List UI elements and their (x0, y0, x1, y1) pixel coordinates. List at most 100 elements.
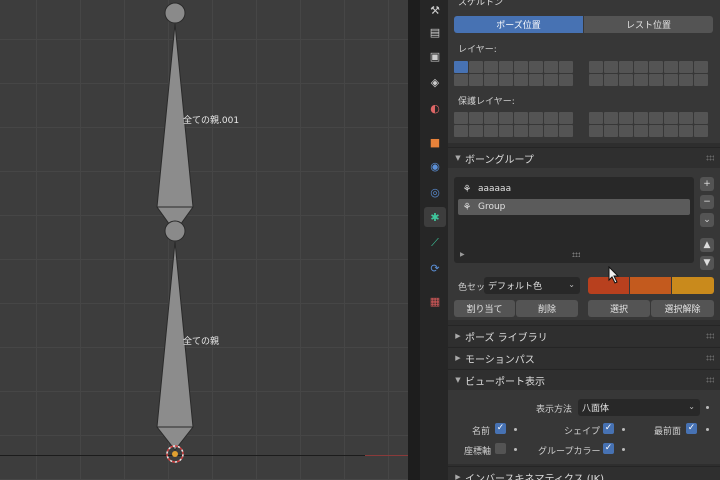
axes-checkbox[interactable] (495, 443, 506, 454)
layers-label: レイヤー: (458, 45, 497, 55)
mouse-cursor-icon (608, 266, 620, 284)
add-bone-group-button[interactable]: + (700, 177, 714, 191)
keyframe-dot-icon[interactable] (514, 428, 517, 431)
names-label: 名前 (472, 427, 491, 437)
group-colors-checkbox[interactable]: ✓ (603, 443, 614, 454)
names-checkbox[interactable]: ✓ (495, 423, 506, 434)
list-item[interactable]: ⚘ Group (458, 199, 690, 215)
viewport-display-title: ビューポート表示 (465, 376, 545, 388)
drag-grip-icon[interactable] (706, 155, 714, 161)
in-front-label: 最前面 (654, 427, 682, 437)
keyframe-dot-icon[interactable] (622, 448, 625, 451)
pose-library-title: ポーズ ライブラリ (465, 332, 548, 344)
shapes-label: シェイプ (564, 427, 601, 437)
viewport-display-panel: 表示方法 八面体 ⌄ 名前 ✓ シェイプ ✓ 最前面 ✓ 座標軸 グループカラー… (448, 390, 720, 464)
group-colors-label: グループカラー (538, 447, 601, 457)
drag-grip-icon[interactable] (706, 355, 714, 361)
color-set-dropdown[interactable]: デフォルト色 ⌄ (484, 277, 580, 294)
properties-tab-bar: ⚒ ▤ ▣ ◈ ◐ ■ ◉ ◎ ✱ ⟋ ⟳ ▦ (420, 0, 448, 480)
viewport-display-header[interactable]: ▼ ビューポート表示 (448, 369, 720, 390)
output-tab[interactable]: ▣ (424, 46, 446, 66)
select-button[interactable]: 選択 (588, 300, 650, 317)
drag-grip-icon[interactable] (706, 333, 714, 339)
bone-group-specials-menu[interactable]: ⌄ (700, 213, 714, 227)
pose-library-header[interactable]: ▶ ポーズ ライブラリ (448, 325, 720, 346)
bone-name-label: 全ての親.001 (183, 116, 240, 126)
texture-icon: ▦ (429, 294, 441, 308)
layers-grid-right[interactable] (589, 61, 708, 86)
remove-bone-group-button[interactable]: − (700, 195, 714, 209)
output-icon: ▣ (429, 49, 441, 63)
bone-groups-panel: ⚘ aaaaaa ⚘ Group ▶ + − ⌄ ▲ ▼ 色セット デフォルト色… (448, 168, 720, 320)
in-front-checkbox[interactable]: ✓ (686, 423, 697, 434)
bone-icon: ⟋ (431, 236, 439, 249)
drag-grip-icon[interactable] (706, 377, 714, 383)
chevron-down-icon: ⌄ (568, 280, 575, 289)
tool-tab[interactable]: ⚒ (424, 0, 446, 20)
modifier-icon: ◉ (430, 159, 440, 173)
move-down-button[interactable]: ▼ (700, 256, 714, 270)
display-as-value: 八面体 (582, 404, 610, 414)
bone-name-label: 全ての親 (183, 337, 220, 347)
physics-icon: ◎ (430, 185, 440, 199)
physics-tab[interactable]: ◎ (424, 182, 446, 202)
scene-icon: ◐ (430, 101, 440, 115)
render-icon: ▤ (429, 25, 441, 39)
bone-lower-head-joint (172, 451, 178, 457)
layers-grid-left[interactable] (454, 61, 573, 86)
render-tab[interactable]: ▤ (424, 22, 446, 42)
bone-group-name: aaaaaa (478, 184, 512, 194)
armature-bones (156, 2, 194, 463)
bone-groups-header[interactable]: ▼ ボーングループ (448, 147, 720, 168)
keyframe-dot-icon[interactable] (706, 406, 709, 409)
axes-label: 座標軸 (464, 447, 492, 457)
keyframe-dot-icon[interactable] (514, 448, 517, 451)
protected-layers-grid-left[interactable] (454, 112, 573, 137)
bone-constraint-tab[interactable]: ⟳ (424, 258, 446, 278)
expanded-arrow-icon: ▼ (455, 154, 461, 162)
bone-tab[interactable]: ⟋ (424, 233, 446, 253)
pose-position-button[interactable]: ポーズ位置 (454, 16, 583, 33)
inverse-kinematics-header[interactable]: ▶ インバースキネマティクス (IK) (448, 466, 720, 480)
texture-tab[interactable]: ▦ (424, 291, 446, 311)
assign-button[interactable]: 割り当て (454, 300, 515, 317)
armature-data-tab[interactable]: ✱ (424, 207, 446, 227)
bone-upper (156, 23, 194, 233)
shapes-checkbox[interactable]: ✓ (603, 423, 614, 434)
tool-icon: ⚒ (430, 3, 440, 17)
skeleton-panel: スケルトン ポーズ位置 レスト位置 レイヤー: 保護レイヤー: (448, 0, 720, 143)
object-tab[interactable]: ■ (424, 132, 446, 152)
bone-group-icon: ⚘ (462, 183, 472, 195)
3d-viewport[interactable]: 全ての親.001 全ての親 (0, 0, 408, 480)
bone-constraint-icon: ⟳ (430, 261, 440, 275)
motion-paths-header[interactable]: ▶ モーションパス (448, 347, 720, 368)
modifier-tab[interactable]: ◉ (424, 156, 446, 176)
scene-tab[interactable]: ◐ (424, 98, 446, 118)
bone-upper-tail-joint (164, 220, 186, 242)
armature-data-icon: ✱ (430, 210, 440, 224)
select-color-swatch[interactable] (630, 277, 671, 294)
list-item[interactable]: ⚘ aaaaaa (458, 181, 690, 197)
active-color-swatch[interactable] (672, 277, 714, 294)
motion-paths-title: モーションパス (465, 354, 535, 366)
rest-position-button[interactable]: レスト位置 (584, 16, 713, 33)
area-splitter[interactable] (408, 0, 420, 480)
move-up-button[interactable]: ▲ (700, 238, 714, 252)
view-layer-tab[interactable]: ◈ (424, 72, 446, 92)
display-as-dropdown[interactable]: 八面体 ⌄ (578, 399, 700, 416)
bone-upper-head-joint (164, 2, 186, 24)
display-as-label: 表示方法 (536, 405, 573, 415)
bone-groups-title: ボーングループ (465, 154, 534, 166)
protected-layers-grid-right[interactable] (589, 112, 708, 137)
view-layer-icon: ◈ (430, 75, 440, 89)
keyframe-dot-icon[interactable] (706, 428, 709, 431)
object-icon: ■ (429, 135, 441, 149)
collapsed-arrow-icon: ▶ (455, 354, 461, 362)
keyframe-dot-icon[interactable] (622, 428, 625, 431)
remove-button[interactable]: 削除 (516, 300, 578, 317)
expanded-arrow-icon: ▼ (455, 376, 461, 384)
filter-toggle-icon[interactable]: ▶ (460, 251, 465, 258)
list-resize-grip-icon[interactable] (572, 252, 580, 257)
deselect-button[interactable]: 選択解除 (651, 300, 714, 317)
properties-editor: スケルトン ポーズ位置 レスト位置 レイヤー: 保護レイヤー: ▼ ボーングルー… (448, 0, 720, 480)
